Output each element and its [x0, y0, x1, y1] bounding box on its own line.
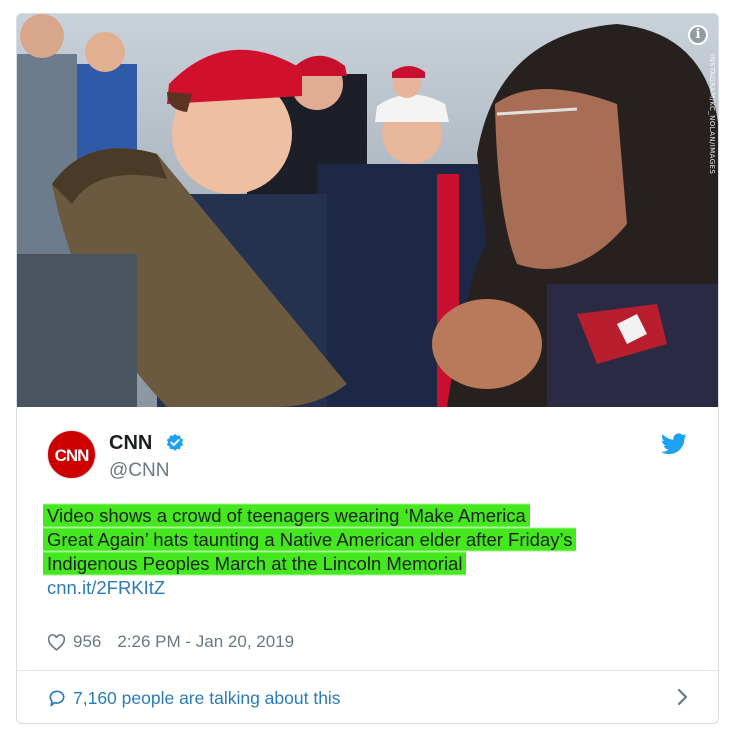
photo-credit: INSTAGRAM/KC_NOLAN/IMAGES [708, 54, 716, 175]
author-block[interactable]: CNN CNN @CNN [47, 425, 687, 485]
author-name[interactable]: CNN [109, 432, 152, 455]
tweet-timestamp[interactable]: 2:26 PM - Jan 20, 2019 [117, 632, 294, 652]
tweet-meta: 956 2:26 PM - Jan 20, 2019 [47, 632, 294, 652]
verified-badge-icon [166, 433, 184, 451]
embedded-tweet-card[interactable]: i INSTAGRAM/KC_NOLAN/IMAGES [16, 13, 719, 724]
tweet-link[interactable]: cnn.it/2FRKItZ [47, 577, 165, 598]
footer-divider [17, 670, 718, 671]
tweet-line-2: Great Again’ hats taunting a Native Amer… [43, 527, 577, 552]
tweet-photo[interactable]: i INSTAGRAM/KC_NOLAN/IMAGES [17, 14, 718, 407]
talking-about-text[interactable]: 7,160 people are talking about this [73, 688, 341, 709]
photo-illustration [17, 14, 718, 407]
tweet-line-3: Indigenous Peoples March at the Lincoln … [43, 551, 467, 576]
info-icon[interactable]: i [688, 25, 708, 45]
like-count[interactable]: 956 [73, 632, 101, 652]
heart-icon[interactable] [47, 633, 66, 651]
twitter-bird-icon[interactable] [661, 433, 687, 455]
speech-bubble-icon [49, 690, 65, 707]
author-handle[interactable]: @CNN [109, 460, 169, 482]
talking-about-link[interactable]: 7,160 people are talking about this [47, 684, 689, 712]
chevron-right-icon[interactable] [677, 688, 689, 706]
tweet-line-1: Video shows a crowd of teenagers wearing… [43, 503, 530, 528]
cnn-logo-avatar[interactable]: CNN [47, 430, 96, 479]
tweet-text: Video shows a crowd of teenagers wearing… [43, 503, 707, 600]
